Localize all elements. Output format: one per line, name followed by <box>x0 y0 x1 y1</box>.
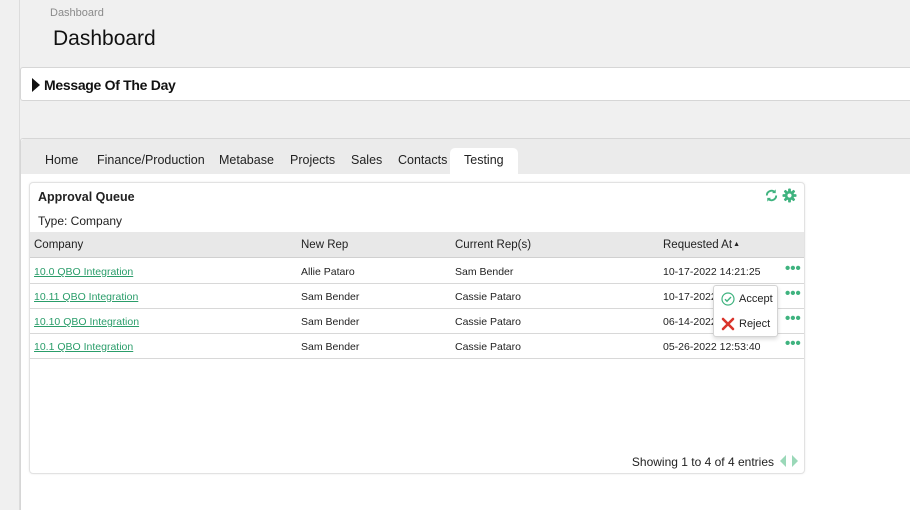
row-actions-button[interactable]: ••• <box>785 286 801 301</box>
widget-toolbar <box>764 188 797 203</box>
reject-label: Reject <box>739 318 771 330</box>
motd-label[interactable]: Message Of The Day <box>44 77 176 93</box>
current-rep-cell: Sam Bender <box>455 266 514 278</box>
message-of-the-day-panel[interactable]: Message Of The Day <box>20 67 910 101</box>
current-rep-cell: Cassie Pataro <box>455 341 521 353</box>
sort-ascending-icon: ▲ <box>733 241 740 248</box>
type-filter-label: Type: Company <box>38 214 123 228</box>
gear-icon[interactable] <box>782 188 797 203</box>
column-header-new-rep[interactable]: New Rep <box>301 239 348 251</box>
pagination-info: Showing 1 to 4 of 4 entries <box>631 455 774 469</box>
current-rep-cell: Cassie Pataro <box>455 291 521 303</box>
requested-at-cell: 05-26-2022 12:53:40 <box>663 341 761 353</box>
tab-metabase[interactable]: Metabase <box>219 153 274 167</box>
requested-at-cell: 10-17-2022 <box>663 291 717 303</box>
table-header: Company New Rep Current Rep(s) Requested… <box>30 232 804 258</box>
check-circle-icon <box>721 292 735 306</box>
caret-right-icon[interactable] <box>32 78 40 92</box>
table-row: 10.1 QBO Integration Sam Bender Cassie P… <box>30 334 804 359</box>
company-link[interactable]: 10.0 QBO Integration <box>34 266 133 278</box>
breadcrumb[interactable]: Dashboard <box>50 7 104 19</box>
tab-projects[interactable]: Projects <box>290 153 335 167</box>
company-link[interactable]: 10.1 QBO Integration <box>34 341 133 353</box>
new-rep-cell: Allie Pataro <box>301 266 355 278</box>
accept-menu-item[interactable]: Accept <box>721 292 773 306</box>
column-header-company[interactable]: Company <box>34 239 83 251</box>
widget-title: Approval Queue <box>38 190 135 204</box>
tab-testing[interactable]: Testing <box>450 148 518 175</box>
page-title: Dashboard <box>53 27 156 50</box>
accept-label: Accept <box>739 293 773 305</box>
table-row: 10.10 QBO Integration Sam Bender Cassie … <box>30 309 804 334</box>
table-row: 10.11 QBO Integration Sam Bender Cassie … <box>30 284 804 309</box>
previous-page-icon[interactable] <box>780 455 786 467</box>
approval-queue-widget: Approval Queue Type: Company Company New… <box>29 182 805 474</box>
table-row: 10.0 QBO Integration Allie Pataro Sam Be… <box>30 259 804 284</box>
tab-contacts[interactable]: Contacts <box>398 153 447 167</box>
current-rep-cell: Cassie Pataro <box>455 316 521 328</box>
reject-menu-item[interactable]: Reject <box>721 317 770 331</box>
row-actions-button[interactable]: ••• <box>785 336 801 351</box>
column-header-requested-at[interactable]: Requested At▲ <box>663 239 740 251</box>
tab-bar: Home Finance/Production Metabase Project… <box>21 139 910 175</box>
tab-home[interactable]: Home <box>45 153 78 167</box>
row-actions-button[interactable]: ••• <box>785 311 801 326</box>
row-actions-menu: Accept Reject <box>713 285 778 337</box>
new-rep-cell: Sam Bender <box>301 291 360 303</box>
requested-at-cell: 10-17-2022 14:21:25 <box>663 266 761 278</box>
row-actions-button[interactable]: ••• <box>785 261 801 276</box>
next-page-icon[interactable] <box>792 455 798 467</box>
new-rep-cell: Sam Bender <box>301 341 360 353</box>
left-sidebar <box>0 0 20 510</box>
requested-at-cell: 06-14-2022 <box>663 316 717 328</box>
tab-sales[interactable]: Sales <box>351 153 382 167</box>
company-link[interactable]: 10.10 QBO Integration <box>34 316 139 328</box>
column-header-current-reps[interactable]: Current Rep(s) <box>455 239 531 251</box>
close-icon <box>721 317 735 331</box>
refresh-icon[interactable] <box>764 188 779 203</box>
tab-finance-production[interactable]: Finance/Production <box>97 153 205 167</box>
requested-at-label: Requested At <box>663 239 733 251</box>
new-rep-cell: Sam Bender <box>301 316 360 328</box>
company-link[interactable]: 10.11 QBO Integration <box>34 291 138 303</box>
